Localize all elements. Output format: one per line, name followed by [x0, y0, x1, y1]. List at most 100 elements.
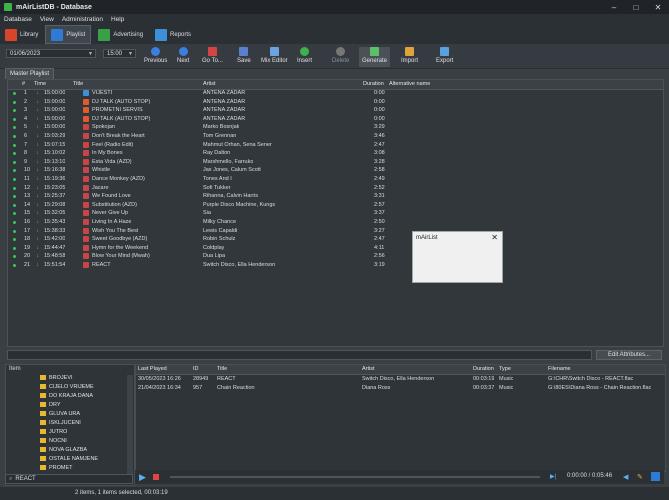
row-artist: Rihanna, Calvin Harris [203, 193, 259, 200]
tab-playlist[interactable]: Playlist [45, 25, 92, 44]
folder-item[interactable]: CIJELO VRIJEME [40, 383, 130, 391]
insert-button[interactable]: Insert [297, 47, 312, 67]
col-alternative-name[interactable]: Alternative name [389, 80, 430, 89]
table-row[interactable]: 17 ↓ 15:38:33 Wish You The Best Lewis Capald… [8, 227, 663, 236]
master-playlist-tab[interactable]: Master Playlist [5, 68, 55, 79]
skip-icon[interactable]: ▶| [550, 473, 556, 480]
menu-administration[interactable]: Administration [58, 16, 107, 23]
tree-scrollbar[interactable] [127, 375, 133, 475]
col-id[interactable]: ID [193, 365, 199, 374]
table-row[interactable]: 16 ↓ 15:35:43 Living In A Haze Milky Chance 2… [8, 218, 663, 227]
folder-item[interactable]: GLUVA URA [40, 410, 130, 418]
next-button[interactable]: Next [177, 47, 189, 67]
tab-reports[interactable]: Reports [150, 26, 196, 43]
advertising-icon [98, 28, 111, 41]
row-duration: 0:00 [374, 90, 385, 96]
row-duration: 3:08 [374, 150, 385, 157]
table-row[interactable]: 3 ↓ 15:00:00 PROMETNI SERVIS ANTENA ZADAR 0:0… [8, 106, 663, 115]
folder-item[interactable]: DO KRAJA DANA [40, 392, 130, 400]
delete-button[interactable]: Delete [332, 47, 349, 67]
tab-library[interactable]: Library [0, 26, 43, 43]
close-icon[interactable]: ✕ [491, 233, 498, 242]
menu-help[interactable]: Help [107, 16, 128, 23]
tab-advertising[interactable]: Advertising [93, 26, 148, 43]
playlist-grid[interactable]: # Time Title Artist Duration Alternative… [7, 79, 664, 347]
folder-item[interactable]: BROJEVI [40, 374, 130, 382]
mix-editor-button[interactable]: Mix Editor [261, 47, 288, 67]
goto-button[interactable]: Go To... [202, 47, 223, 67]
status-dot-icon [13, 117, 16, 121]
folder-item[interactable]: JUTRO [40, 428, 130, 436]
folder-item[interactable]: PROMET [40, 464, 130, 472]
folder-item[interactable]: ISKLJUCENI [40, 419, 130, 427]
table-row[interactable]: 9 ↓ 15:13:10 Esta Vida (AZD) Marshmello, Far… [8, 158, 663, 167]
col-type[interactable]: Type [499, 365, 511, 374]
menu-database[interactable]: Database [0, 16, 36, 23]
row-id: 28949 [193, 376, 209, 382]
previous-button[interactable]: Previous [144, 47, 167, 67]
col-title[interactable]: Title [217, 365, 227, 374]
table-row[interactable]: 30/05/2023 16:26 28949 REACT Switch Disco, … [136, 375, 665, 384]
col-artist[interactable]: Artist [203, 80, 216, 89]
table-row[interactable]: 7 ↓ 15:07:15 Feel (Radio Edit) Mahmut Orhan,… [8, 141, 663, 150]
table-row[interactable]: 4 ↓ 15:00:00 DJ TALK (AUTO STOP) ANTENA ZADA… [8, 115, 663, 124]
row-duration: 0:00 [374, 98, 385, 105]
folder-item[interactable]: NOCNI [40, 437, 130, 445]
status-dot-icon [13, 152, 16, 156]
attribute-input[interactable] [7, 350, 592, 360]
table-row[interactable]: 1 ↓ 15:00:00 VIJESTI ANTENA ZADAR 0:00 [8, 89, 663, 98]
col-artist[interactable]: Artist [362, 365, 375, 374]
play-icon[interactable]: ▶ [139, 472, 146, 483]
folder-item[interactable]: OSTALE NAMJENE [40, 455, 130, 463]
minimize-button[interactable]: – [603, 0, 625, 14]
table-row[interactable]: 20 ↓ 15:48:58 Blow Your Mind (Mwah) Dua Lipa… [8, 252, 663, 261]
maximize-button[interactable]: □ [625, 0, 647, 14]
row-artist: Purple Disco Machine, Kungs [203, 201, 276, 208]
col-filename[interactable]: Filename [548, 365, 571, 374]
table-row[interactable]: 21/04/2023 16:34 957 Chain Reaction Diana R… [136, 384, 665, 393]
row-duration: 3:46 [374, 133, 385, 139]
col-duration[interactable]: Duration [363, 80, 384, 89]
popup-title: mAirList [416, 235, 438, 241]
button-label: Insert [297, 58, 313, 64]
hour-select[interactable]: 15:00 ▼ [103, 49, 136, 58]
col-last-played[interactable]: Last Played [138, 365, 167, 374]
table-row[interactable]: 2 ↓ 15:00:00 DJ TALK (AUTO STOP) ANTENA ZADA… [8, 98, 663, 107]
close-window-button[interactable]: ✕ [647, 0, 669, 14]
folder-item[interactable]: DRY [40, 401, 130, 409]
volume-icon[interactable]: ◀ [623, 473, 628, 481]
search-input[interactable]: ⌕ REACT [5, 474, 133, 484]
folder-item[interactable]: NOVA GLAZBA [40, 446, 130, 454]
table-row[interactable]: 10 ↓ 15:16:38 Whistle Jax Jones, Calum Scott… [8, 166, 663, 175]
table-row[interactable]: 5 ↓ 15:00:00 Spokojan Marko Bosnjak 3:29 [8, 123, 663, 132]
mairlist-popup[interactable]: mAirList ✕ [412, 231, 503, 283]
table-row[interactable]: 6 ↓ 15:03:29 Don't Break the Heart Tom Grenn… [8, 132, 663, 141]
table-row[interactable]: 21 ↓ 15:51:54 REACT Switch Disco, Ella Hende… [8, 261, 663, 270]
table-row[interactable]: 14 ↓ 15:29:08 Substitution (AZD) Purple Disc… [8, 201, 663, 210]
table-row[interactable]: 13 ↓ 15:25:37 We Found Love Rihanna, Calvin … [8, 192, 663, 201]
import-button[interactable]: Import [401, 47, 418, 67]
save-button[interactable]: Save [237, 47, 251, 67]
edit-attributes-button[interactable]: Edit Attributes... [596, 350, 662, 360]
date-select[interactable]: 01/06/2023 ▼ [6, 49, 96, 58]
edit-icon[interactable]: ✎ [637, 473, 643, 481]
tree-header: Item [9, 366, 21, 372]
table-row[interactable]: 12 ↓ 15:23:05 Jacare Sofi Tukker 2:52 [8, 184, 663, 193]
table-row[interactable]: 18 ↓ 15:42:00 Sweet Goodbye (AZD) Robin Schu… [8, 235, 663, 244]
seek-bar[interactable] [170, 476, 540, 478]
stop-icon[interactable] [153, 474, 159, 480]
col-title[interactable]: Title [73, 80, 83, 89]
col-number[interactable]: # [22, 80, 25, 89]
down-arrow-icon: ↓ [36, 262, 39, 268]
col-time[interactable]: Time [34, 80, 46, 89]
table-row[interactable]: 11 ↓ 15:19:36 Dance Monkey (AZD) Tones And I… [8, 175, 663, 184]
generate-button[interactable]: Generate [359, 47, 391, 67]
table-row[interactable]: 8 ↓ 15:10:02 In My Bones Ray Dalton 3:08 [8, 149, 663, 158]
export-button[interactable]: Export [436, 47, 453, 67]
table-row[interactable]: 19 ↓ 15:44:47 Hymn for the Weekend Coldplay 4… [8, 244, 663, 253]
table-row[interactable]: 15 ↓ 15:32:05 Never Give Up Sia 3:37 [8, 209, 663, 218]
col-duration[interactable]: Duration [473, 365, 494, 374]
menu-view[interactable]: View [36, 16, 58, 23]
list-view-icon[interactable] [651, 472, 660, 481]
row-number: 13 [24, 193, 31, 200]
